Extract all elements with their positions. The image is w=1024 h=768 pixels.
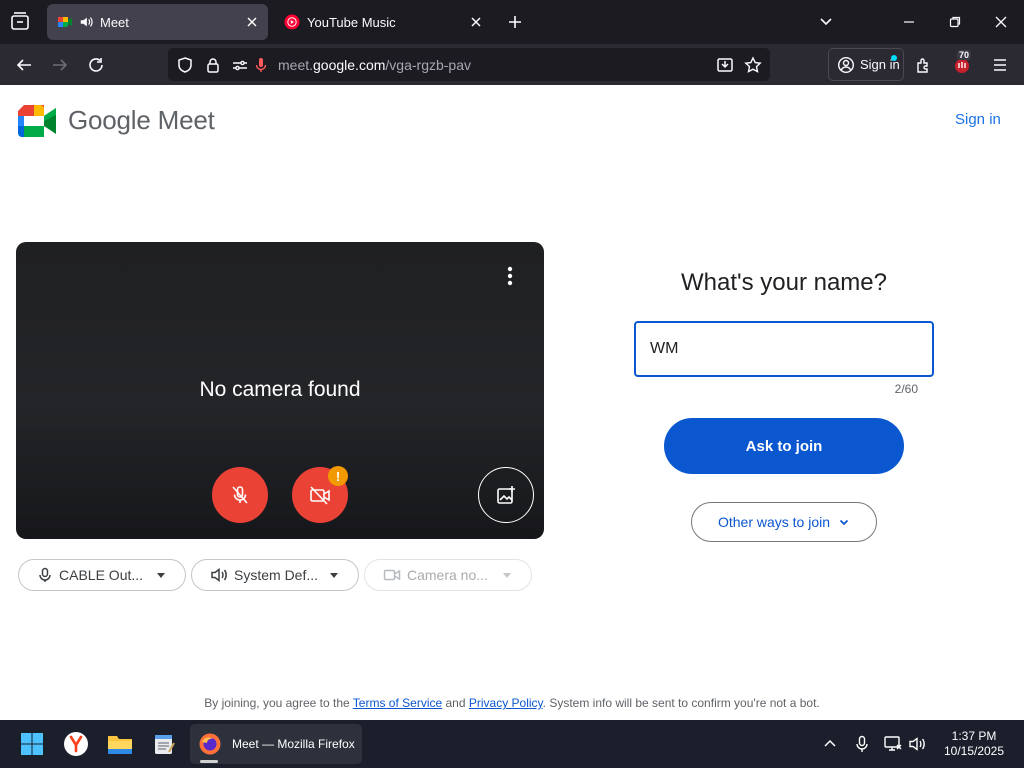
windows-taskbar: Meet — Mozilla Firefox 1:37 PM 10/15/202… [0,720,1024,768]
camera-off-icon [310,486,330,505]
account-icon [837,56,855,73]
reload-icon[interactable] [83,52,109,78]
close-tab-icon[interactable] [466,12,486,32]
camera-icon [383,569,401,581]
audio-playing-icon[interactable] [79,15,93,29]
brand-title: Google Meet [68,105,215,135]
meet-favicon-icon [58,17,72,27]
list-all-tabs-chevron-icon[interactable] [814,10,838,34]
firefox-icon [199,733,221,755]
camera-warning-icon: ! [328,466,348,486]
hamburger-menu-icon[interactable] [987,52,1013,78]
extensions-puzzle-icon[interactable] [911,52,937,78]
network-icon[interactable] [883,734,903,754]
taskbar-app-label: Meet — Mozilla Firefox [232,737,355,751]
tab-list-icon[interactable] [8,10,32,34]
notification-dot [891,55,897,61]
browser-tab-strip: Meet YouTube Music [0,0,1024,44]
chevron-down-icon [503,573,511,578]
taskbar-firefox-meet[interactable]: Meet — Mozilla Firefox [190,724,362,764]
active-app-indicator [200,760,218,763]
back-arrow-icon[interactable] [11,52,37,78]
tracking-protection-shield-icon[interactable] [176,56,194,74]
chevron-down-icon [157,573,165,578]
speaker-select-label: System Def... [234,567,319,583]
new-tab-icon[interactable] [503,10,527,34]
microphone-select-label: CABLE Out... [59,567,144,583]
bookmark-star-icon[interactable] [744,56,762,74]
legal-and: and [442,696,469,710]
navigation-toolbar: meet.google.com/vga-rgzb-pav Sign in 70 [0,44,1024,85]
close-tab-icon[interactable] [242,12,262,32]
url-host: google.com [313,57,386,73]
name-input[interactable] [634,321,934,377]
camera-select-label: Camera no... [407,567,488,583]
microphone-active-icon[interactable] [252,56,270,74]
self-view-preview: No camera found ! [16,242,544,539]
visual-effects-icon [497,486,515,504]
show-hidden-icons-chevron-icon[interactable] [820,734,840,754]
speaker-select[interactable]: System Def... [191,559,359,591]
clock-time: 1:37 PM [951,729,997,743]
youtube-music-favicon-icon [284,14,300,30]
tab-title: YouTube Music [307,14,396,30]
other-ways-to-join-button[interactable]: Other ways to join [691,502,877,542]
other-ways-to-join-label: Other ways to join [717,514,831,530]
meet-page: Google Meet Sign in No camera found ! CA… [0,85,1024,720]
name-character-counter: 2/60 [894,382,918,396]
camera-select[interactable]: Camera no... [364,559,532,591]
speaker-icon [211,568,227,582]
legal-prefix: By joining, you agree to the [204,696,353,710]
tab-title: Meet [100,14,129,30]
restore-icon[interactable] [943,10,967,34]
yandex-browser-icon[interactable] [62,730,90,758]
site-permissions-icon[interactable] [231,56,249,74]
install-app-icon[interactable] [716,56,734,74]
url-prefix: meet. [278,57,314,73]
header-sign-in-link[interactable]: Sign in [955,111,1001,128]
chevron-down-icon [839,519,849,526]
microphone-tray-icon[interactable] [852,734,872,754]
tab-youtube-music[interactable]: YouTube Music [274,4,492,40]
ask-to-join-button[interactable]: Ask to join [664,418,904,474]
system-clock[interactable]: 1:37 PM 10/15/2025 [932,729,1016,759]
close-window-icon[interactable] [989,10,1013,34]
notepad-icon[interactable] [150,730,178,758]
account-sign-in-button[interactable]: Sign in [828,48,904,81]
visual-effects-button[interactable] [478,467,534,523]
file-explorer-icon[interactable] [106,730,134,758]
url-path: /vga-rgzb-pav [385,57,471,73]
microphone-select[interactable]: CABLE Out... [18,559,186,591]
google-meet-logo-icon [18,105,56,137]
url-bar[interactable]: meet.google.com/vga-rgzb-pav [168,48,770,81]
microphone-off-button[interactable] [212,467,268,523]
url-text[interactable]: meet.google.com/vga-rgzb-pav [278,57,471,73]
no-camera-message: No camera found [199,378,361,401]
lock-icon[interactable] [204,56,222,74]
extension-badge: 70 [957,50,972,60]
microphone-off-icon [232,486,248,504]
microphone-icon [39,567,51,582]
legal-suffix: . System info will be sent to confirm yo… [542,696,820,710]
clock-date: 10/15/2025 [943,744,1005,758]
more-options-icon[interactable] [500,264,520,288]
windows-start-icon[interactable] [18,730,46,758]
name-prompt-heading: What's your name? [680,269,887,296]
terms-of-service-link[interactable]: Terms of Service [353,696,442,710]
privacy-policy-link[interactable]: Privacy Policy [469,696,543,710]
minimize-icon[interactable] [897,10,921,34]
forward-arrow-icon[interactable] [47,52,73,78]
legal-notice: By joining, you agree to the Terms of Se… [0,696,1024,710]
tab-meet[interactable]: Meet [47,4,268,40]
chevron-down-icon [330,573,338,578]
volume-icon[interactable] [908,734,928,754]
